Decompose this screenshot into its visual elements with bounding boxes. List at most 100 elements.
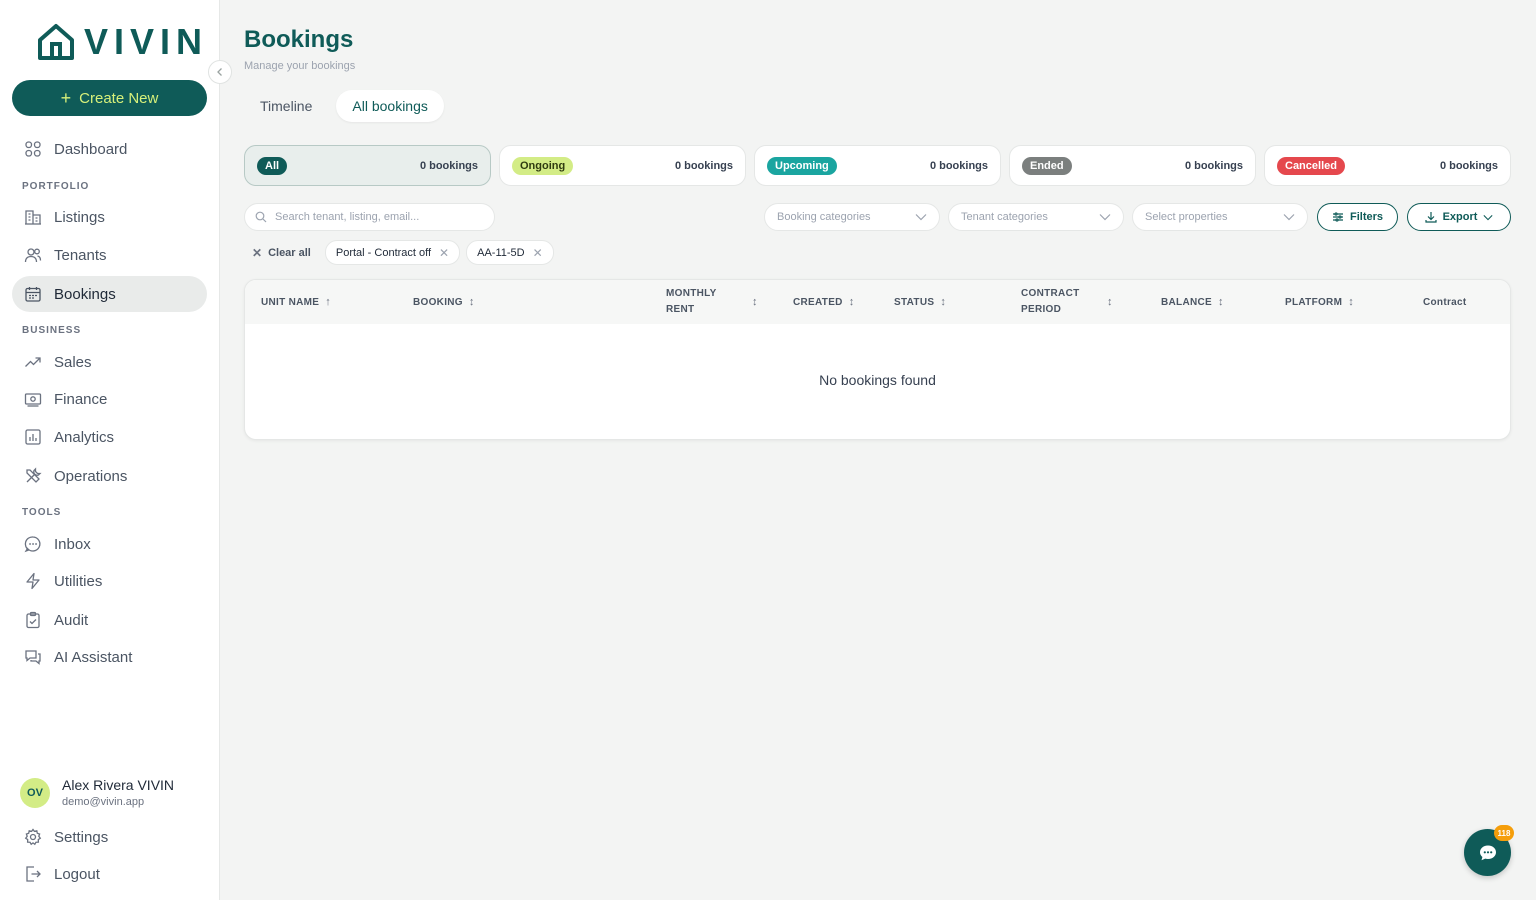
booking-categories-select[interactable]: Booking categories — [764, 203, 940, 231]
close-icon[interactable]: ✕ — [439, 246, 449, 260]
filter-chip-label: Portal - Contract off — [335, 246, 432, 259]
sidebar-item-operations[interactable]: Operations — [12, 458, 207, 494]
tenant-categories-label: Tenant categories — [961, 211, 1048, 223]
filter-chip[interactable]: Portal - Contract off ✕ — [324, 240, 461, 265]
sidebar-item-label: Listings — [54, 208, 105, 226]
sidebar: VIVIN + Create New Dashboard PORTFOLIO L… — [0, 0, 220, 900]
status-card-cancelled[interactable]: Cancelled 0 bookings — [1264, 145, 1511, 186]
sidebar-item-logout[interactable]: Logout — [12, 856, 207, 892]
search-icon — [255, 211, 267, 223]
tools-icon — [26, 467, 42, 483]
section-label-tools: TOOLS — [22, 507, 62, 518]
status-badge: All — [257, 156, 288, 175]
sidebar-item-utilities[interactable]: Utilities — [12, 563, 207, 599]
sidebar-item-label: AI Assistant — [54, 648, 133, 666]
tab-all-bookings[interactable]: All bookings — [336, 90, 444, 122]
tenant-categories-select[interactable]: Tenant categories — [948, 203, 1124, 231]
search-box[interactable] — [244, 203, 495, 231]
export-button[interactable]: Export — [1407, 203, 1511, 231]
gear-icon — [24, 828, 42, 846]
clear-all-button[interactable]: ✕ Clear all — [244, 246, 319, 260]
house-logo-icon — [38, 24, 74, 60]
create-new-label: Create New — [79, 89, 159, 107]
column-contract-period[interactable]: CONTRACT PERIOD ↕ — [1021, 280, 1113, 324]
plus-icon: + — [60, 87, 72, 108]
status-badge: Ended — [1022, 156, 1072, 175]
sidebar-item-dashboard[interactable]: Dashboard — [12, 131, 207, 167]
status-cards: All 0 bookings Ongoing 0 bookings Upcoming 0 … — [244, 145, 1511, 186]
empty-state: No bookings found — [819, 372, 936, 388]
page-subtitle: Manage your bookings — [244, 60, 356, 72]
sidebar-item-sales[interactable]: Sales — [12, 344, 207, 380]
sidebar-item-label: Settings — [54, 828, 109, 846]
sort-icon: ↕ — [468, 296, 475, 308]
chevron-down-icon — [915, 214, 927, 221]
column-booking[interactable]: BOOKING ↕ — [413, 280, 475, 324]
user-profile[interactable]: OV Alex Rivera VIVIN demo@vivin.app — [20, 776, 174, 810]
chevron-down-icon — [1483, 214, 1493, 220]
sort-icon: ↕ — [848, 296, 855, 308]
sidebar-item-tenants[interactable]: Tenants — [12, 237, 207, 273]
status-card-all[interactable]: All 0 bookings — [244, 145, 491, 186]
sidebar-item-listings[interactable]: Listings — [12, 199, 207, 235]
sidebar-item-finance[interactable]: Finance — [12, 381, 207, 417]
tab-timeline[interactable]: Timeline — [244, 90, 328, 122]
column-label: BALANCE — [1161, 296, 1212, 308]
user-name: Alex Rivera VIVIN — [62, 777, 175, 793]
brand-name: VIVIN — [84, 21, 209, 62]
sliders-icon — [1332, 212, 1343, 222]
status-card-ongoing[interactable]: Ongoing 0 bookings — [499, 145, 746, 186]
sort-icon: ↕ — [1348, 296, 1355, 308]
column-unit-name[interactable]: UNIT NAME ↑ — [261, 280, 331, 324]
notification-badge: 118 — [1494, 825, 1514, 841]
search-input[interactable] — [275, 211, 475, 223]
sidebar-item-audit[interactable]: Audit — [12, 602, 207, 638]
sidebar-item-label: Sales — [54, 353, 92, 371]
users-icon — [24, 248, 42, 263]
column-label: UNIT NAME — [261, 296, 320, 308]
sidebar-item-label: Analytics — [54, 428, 115, 446]
create-new-button[interactable]: + Create New — [12, 80, 207, 116]
status-card-upcoming[interactable]: Upcoming 0 bookings — [754, 145, 1001, 186]
select-properties-select[interactable]: Select properties — [1132, 203, 1308, 231]
column-balance[interactable]: BALANCE ↕ — [1161, 280, 1224, 324]
banknote-icon — [24, 393, 42, 407]
column-label: STATUS — [894, 296, 935, 308]
status-badge: Ongoing — [512, 156, 574, 175]
column-platform[interactable]: PLATFORM ↕ — [1285, 280, 1354, 324]
status-card-ended[interactable]: Ended 0 bookings — [1009, 145, 1256, 186]
sort-icon: ↕ — [1107, 296, 1113, 308]
close-icon: ✕ — [252, 245, 263, 260]
user-email: demo@vivin.app — [62, 796, 145, 808]
column-label: BOOKING — [413, 296, 463, 308]
column-status[interactable]: STATUS ↕ — [894, 280, 946, 324]
download-icon — [1424, 212, 1437, 223]
sidebar-item-inbox[interactable]: Inbox — [12, 526, 207, 562]
chevron-down-icon — [1099, 214, 1111, 221]
lightning-icon — [26, 572, 40, 590]
status-count: 0 bookings — [929, 159, 988, 172]
close-icon[interactable]: ✕ — [533, 246, 543, 260]
vivin-logo[interactable]: VIVIN — [36, 22, 208, 62]
sidebar-item-bookings[interactable]: Bookings — [12, 276, 207, 312]
section-label-business: BUSINESS — [22, 325, 82, 336]
filters-button[interactable]: Filters — [1317, 203, 1398, 231]
status-count: 0 bookings — [1184, 159, 1243, 172]
sidebar-collapse-button[interactable] — [208, 60, 232, 84]
sidebar-item-label: Audit — [54, 611, 89, 629]
column-monthly-rent[interactable]: MONTHLY RENT ↕ — [666, 280, 758, 324]
section-label-portfolio: PORTFOLIO — [22, 181, 90, 192]
clipboard-check-icon — [26, 611, 40, 629]
sidebar-item-analytics[interactable]: Analytics — [12, 419, 207, 455]
filter-chip[interactable]: AA-11-5D ✕ — [466, 240, 554, 265]
page-title: Bookings — [244, 26, 354, 53]
filter-chip-label: AA-11-5D — [477, 246, 525, 259]
column-label: PLATFORM — [1285, 296, 1343, 308]
sort-icon: ↕ — [940, 296, 947, 308]
column-created[interactable]: CREATED ↕ — [793, 280, 855, 324]
message-circle-icon — [24, 536, 41, 553]
sidebar-item-ai-assistant[interactable]: AI Assistant — [12, 639, 207, 675]
sidebar-item-settings[interactable]: Settings — [12, 819, 207, 855]
sidebar-item-label: Finance — [54, 390, 108, 408]
grid-icon — [25, 141, 41, 157]
